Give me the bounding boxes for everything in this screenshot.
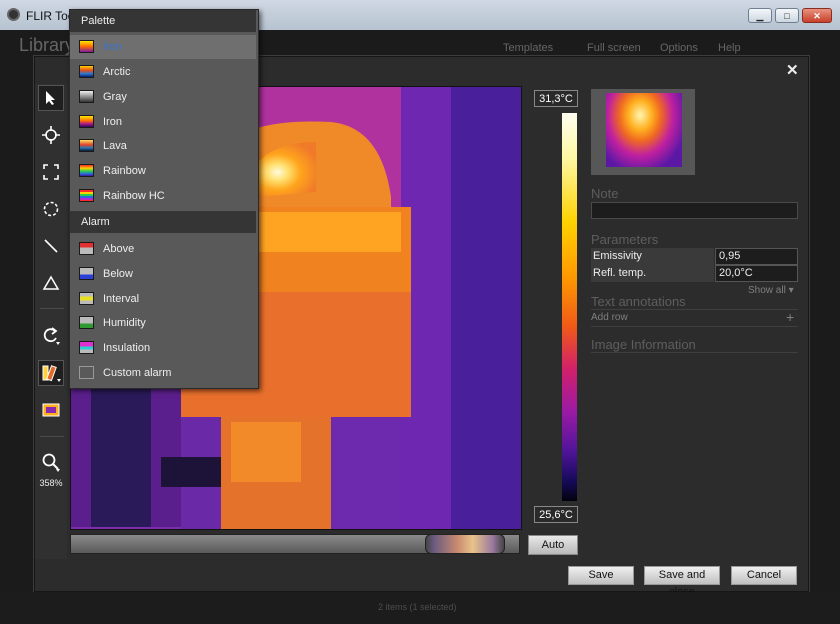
alarm-item-custom[interactable]: Custom alarm xyxy=(70,361,256,385)
palette-item-label: Iron xyxy=(103,116,122,128)
palette-item-iron[interactable]: Iron xyxy=(70,110,256,134)
alarm-item-humidity[interactable]: Humidity xyxy=(70,311,256,335)
divider xyxy=(591,326,798,327)
alarm-item-below[interactable]: Below xyxy=(70,262,256,286)
alarm-swatch-icon xyxy=(79,242,94,255)
menu-full-screen[interactable]: Full screen xyxy=(587,42,641,54)
palette-item-label: Arctic xyxy=(103,66,131,78)
thumbnail-image xyxy=(606,93,682,167)
divider xyxy=(591,309,798,310)
emissivity-input[interactable]: 0,95 xyxy=(715,248,798,265)
note-input[interactable] xyxy=(591,202,798,219)
divider xyxy=(591,352,798,353)
alarm-item-label: Insulation xyxy=(103,342,151,354)
auto-button[interactable]: Auto xyxy=(528,535,578,555)
menu-options[interactable]: Options xyxy=(660,42,698,54)
palette-header: Palette xyxy=(70,10,256,32)
app-logo-icon xyxy=(7,8,20,21)
image-information-title[interactable]: Image Information xyxy=(591,337,696,352)
palette-swatch-icon xyxy=(79,189,94,202)
palette-item-lava[interactable]: Lava xyxy=(70,134,256,158)
level-span-handle[interactable] xyxy=(425,534,505,554)
palette-swatch-icon xyxy=(79,65,94,78)
palette-item-gray[interactable]: Gray xyxy=(70,85,256,109)
palette-item-iron-selected[interactable]: Iron xyxy=(70,35,256,59)
alarm-item-interval[interactable]: Interval xyxy=(70,287,256,311)
palette-item-label: Gray xyxy=(103,91,127,103)
palette-item-rainbow[interactable]: Rainbow xyxy=(70,159,256,183)
library-heading: Library xyxy=(19,35,75,55)
status-text: 2 items (1 selected) xyxy=(378,602,457,612)
alarm-swatch-icon xyxy=(79,267,94,280)
alarm-item-label: Custom alarm xyxy=(103,367,172,379)
add-row-label: Add row xyxy=(591,312,628,323)
palette-item-arctic[interactable]: Arctic xyxy=(70,60,256,84)
palette-item-label: Lava xyxy=(103,140,127,152)
chevron-down-icon: ▾ xyxy=(788,285,794,296)
palette-swatch-icon xyxy=(79,164,94,177)
palette-item-label: Iron xyxy=(103,41,122,53)
palette-swatch-icon xyxy=(79,40,94,53)
palette-item-label: Rainbow HC xyxy=(103,190,165,202)
minimize-button[interactable]: ▁ xyxy=(748,8,772,23)
alarm-swatch-icon xyxy=(79,341,94,354)
param-label: Refl. temp. xyxy=(591,265,714,282)
temperature-scale-bar xyxy=(562,113,577,501)
show-all-link[interactable]: Show all ▾ xyxy=(748,285,794,296)
show-all-label: Show all xyxy=(748,285,786,296)
toolbar-separator xyxy=(40,436,64,437)
zoom-tool-icon[interactable] xyxy=(38,449,64,475)
parameters-title: Parameters xyxy=(591,232,659,247)
alarm-swatch-icon xyxy=(79,366,94,379)
scale-min-field[interactable]: 25,6°C xyxy=(534,506,578,523)
palette-item-label: Rainbow xyxy=(103,165,146,177)
alarm-swatch-icon xyxy=(79,292,94,305)
save-button[interactable]: Save xyxy=(568,566,634,585)
alarm-item-insulation[interactable]: Insulation xyxy=(70,336,256,360)
rotate-tool-icon[interactable] xyxy=(38,323,64,349)
alarm-item-label: Humidity xyxy=(103,317,146,329)
note-title: Note xyxy=(591,186,619,201)
alarm-item-label: Below xyxy=(103,268,133,280)
palette-swatch-icon xyxy=(79,115,94,128)
dialog-close-icon[interactable]: ✕ xyxy=(786,61,799,79)
alarm-item-label: Above xyxy=(103,243,135,255)
toolbar-separator xyxy=(40,308,64,309)
text-annotations-title: Text annotations xyxy=(591,294,686,309)
alarm-item-above[interactable]: Above xyxy=(70,237,256,261)
image-adjust-icon[interactable] xyxy=(38,397,64,423)
window-close-button[interactable]: ✕ xyxy=(802,8,832,23)
box-tool-icon[interactable] xyxy=(38,159,64,185)
circle-tool-icon[interactable] xyxy=(38,196,64,222)
palette-item-rainbow-hc[interactable]: Rainbow HC xyxy=(70,184,256,208)
save-and-close-button[interactable]: Save and close xyxy=(644,566,720,598)
select-tool-icon[interactable] xyxy=(38,85,64,111)
maximize-button[interactable]: □ xyxy=(775,8,799,23)
scale-max-field[interactable]: 31,3°C xyxy=(534,90,578,107)
alarm-header: Alarm xyxy=(70,211,256,233)
palette-swatch-icon xyxy=(79,139,94,152)
add-row-plus-icon[interactable]: + xyxy=(786,309,794,325)
delta-tool-icon[interactable] xyxy=(38,270,64,296)
refl-temp-input[interactable]: 20,0°C xyxy=(715,265,798,282)
palette-tool-icon[interactable] xyxy=(38,360,64,386)
alarm-swatch-icon xyxy=(79,316,94,329)
palette-swatch-icon xyxy=(79,90,94,103)
spot-tool-icon[interactable] xyxy=(38,122,64,148)
zoom-level: 358% xyxy=(39,478,63,488)
cancel-button[interactable]: Cancel xyxy=(731,566,797,585)
param-label: Emissivity xyxy=(591,248,714,265)
line-tool-icon[interactable] xyxy=(38,233,64,259)
menu-help[interactable]: Help xyxy=(718,42,741,54)
alarm-item-label: Interval xyxy=(103,293,140,305)
menu-templates[interactable]: Templates xyxy=(503,42,553,54)
